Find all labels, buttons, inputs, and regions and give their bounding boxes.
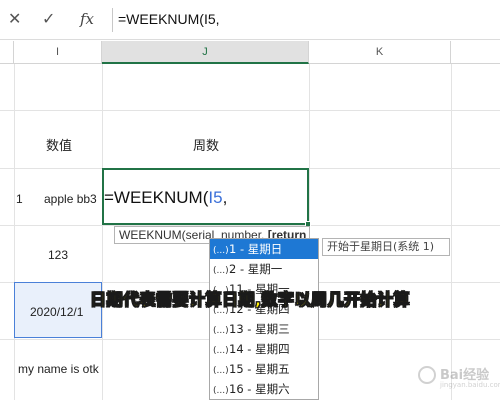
return-type-dropdown[interactable]: (...)1 - 星期日 (...)2 - 星期一 (...)11 - 星期一 …	[209, 238, 319, 400]
cell-i7[interactable]: 123	[48, 248, 68, 262]
column-header-j[interactable]: J	[102, 41, 309, 64]
argument-icon: (...)	[213, 386, 229, 396]
dropdown-item[interactable]: (...)16 - 星期六	[210, 379, 318, 399]
formula-reference: I5	[208, 188, 223, 207]
formula-bar-divider	[112, 8, 113, 32]
formula-tail: ,	[222, 188, 228, 207]
cell-i5[interactable]: apple bb3	[44, 192, 97, 206]
dropdown-item[interactable]: (...)14 - 星期四	[210, 339, 318, 359]
argument-icon: (...)	[213, 266, 229, 276]
cell-i11[interactable]: my name is otk	[18, 362, 99, 376]
check-icon[interactable]: ✓	[42, 11, 55, 27]
paw-icon	[418, 366, 436, 384]
formula-bar: ✕ ✓ fx =WEEKNUM(I5,	[0, 0, 500, 40]
dropdown-item-label: 2 - 星期一	[229, 262, 283, 276]
watermark-url: jingyan.baidu.com	[440, 381, 500, 389]
watermark: Bai经验 jingyan.baidu.com	[418, 364, 500, 394]
in-cell-formula[interactable]: =WEEKNUM(I5,	[104, 188, 227, 208]
dropdown-item-label: 15 - 星期五	[229, 362, 290, 376]
option-description-tooltip: 开始于星期日(系统 1)	[322, 238, 450, 256]
insert-function-button[interactable]: fx	[80, 11, 94, 27]
formula-function: =WEEKNUM(	[104, 188, 209, 207]
grid-line	[0, 110, 500, 111]
dropdown-item-label: 16 - 星期六	[229, 382, 290, 396]
column-header-h[interactable]	[0, 41, 14, 64]
dropdown-item-label: 13 - 星期三	[229, 322, 290, 336]
dropdown-item[interactable]: (...)15 - 星期五	[210, 359, 318, 379]
column-header-i[interactable]: I	[14, 41, 102, 64]
grid-line	[451, 64, 452, 400]
grid-line	[14, 64, 15, 400]
formula-input[interactable]: =WEEKNUM(I5,	[118, 11, 220, 27]
dropdown-item[interactable]: (...)13 - 星期三	[210, 319, 318, 339]
grid-line	[102, 64, 103, 400]
close-icon[interactable]: ✕	[8, 11, 21, 27]
argument-icon: (...)	[213, 326, 229, 336]
dropdown-item-label: 1 - 星期日	[229, 242, 283, 256]
cell-j3[interactable]: 周数	[193, 135, 219, 154]
dropdown-item[interactable]: (...)2 - 星期一	[210, 259, 318, 279]
argument-icon: (...)	[213, 346, 229, 356]
tutorial-caption: 日期代表需要计算日期,数字以周几开始计算	[89, 290, 411, 310]
cell-i3[interactable]: 数值	[46, 135, 72, 154]
column-header-bar: I J K	[0, 41, 500, 64]
column-header-l[interactable]	[451, 41, 500, 64]
row-marker: 1	[16, 192, 23, 206]
argument-icon: (...)	[213, 246, 229, 256]
column-header-k[interactable]: K	[309, 41, 451, 64]
dropdown-item[interactable]: (...)1 - 星期日	[210, 239, 318, 259]
dropdown-item-label: 14 - 星期四	[229, 342, 290, 356]
argument-icon: (...)	[213, 366, 229, 376]
